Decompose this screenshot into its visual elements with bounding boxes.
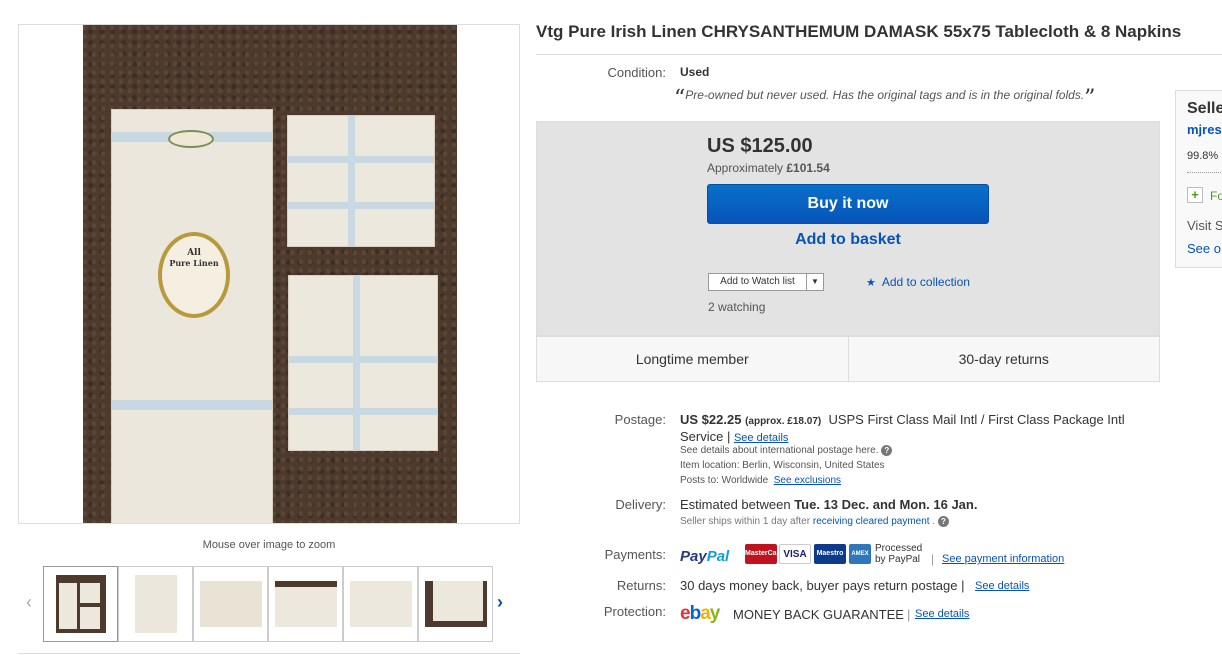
item-price: US $125.00 — [707, 135, 813, 157]
postage-approx: (approx. £18.07) — [745, 416, 822, 427]
returns-text: 30 days money back, buyer pays return po… — [680, 578, 965, 593]
see-other-items-link[interactable]: See o — [1187, 241, 1221, 256]
thumbnail[interactable] — [118, 566, 193, 642]
irish-linen-tag — [168, 130, 214, 148]
approx-price: Approximately £101.54 — [707, 161, 830, 175]
amex-logo: AMEX — [849, 544, 871, 564]
see-exclusions-link[interactable]: See exclusions — [774, 475, 841, 486]
ebay-logo: ebay — [680, 603, 720, 624]
seller-feedback: 99.8% — [1187, 150, 1219, 162]
pure-linen-label: All Pure Linen — [158, 232, 230, 318]
visa-logo: VISA — [779, 544, 811, 564]
posts-to: Posts to: Worldwide See exclusions — [680, 475, 842, 486]
separator: | — [931, 552, 935, 566]
buy-box — [536, 121, 1160, 336]
watch-list-label[interactable]: Add to Watch list — [709, 274, 807, 290]
divider — [18, 653, 520, 654]
listing-title: Vtg Pure Irish Linen CHRYSANTHEMUM DAMAS… — [536, 22, 1182, 41]
seller-panel-title: Seller — [1187, 100, 1222, 117]
seller-name-link[interactable]: mjres — [1187, 122, 1222, 137]
thumbnail[interactable] — [418, 566, 493, 642]
feature-row: Longtime member 30-day returns — [536, 336, 1160, 382]
divider — [1187, 172, 1222, 173]
thumbnail[interactable] — [43, 566, 118, 642]
ships-note: Seller ships within 1 day after receivin… — [680, 516, 949, 527]
protection-see-details-link[interactable]: See details — [915, 608, 969, 620]
help-icon[interactable]: ? — [937, 516, 949, 527]
watching-count: 2 watching — [708, 300, 766, 314]
maestro-logo: Maestro — [814, 544, 846, 564]
thumbnail[interactable] — [268, 566, 343, 642]
open-quote: “ — [674, 86, 686, 111]
delivery-estimate: Estimated between Tue. 13 Dec. and Mon. … — [680, 497, 978, 512]
postage-price: US $22.25 — [680, 412, 742, 427]
divider — [536, 54, 1222, 55]
item-location: Item location: Berlin, Wisconsin, United… — [680, 460, 885, 471]
main-product-image[interactable]: All Pure Linen — [83, 25, 457, 523]
condition-value: Used — [680, 65, 710, 79]
condition-note-text: Pre-owned but never used. Has the origin… — [685, 88, 1085, 102]
thumbnail[interactable] — [343, 566, 418, 642]
returns-see-details-link[interactable]: See details — [975, 580, 1029, 592]
mastercard-logo: MasterCard — [745, 544, 784, 564]
postage-see-details-link[interactable]: See details — [734, 432, 788, 444]
napkins-picture-top — [287, 115, 435, 247]
buy-it-now-button[interactable]: Buy it now — [707, 184, 989, 224]
intl-postage-note: See details about international postage … — [680, 445, 893, 456]
chevron-down-icon[interactable]: ▼ — [807, 274, 823, 290]
chevron-right-icon[interactable]: › — [497, 592, 503, 613]
protection-label: Protection: — [603, 604, 666, 619]
napkins-picture-bottom — [288, 275, 438, 451]
cleared-payment-link[interactable]: receiving cleared payment — [813, 516, 930, 527]
money-back-guarantee: MONEY BACK GUARANTEE — [733, 607, 904, 622]
condition-note: “Pre-owned but never used. Has the origi… — [674, 80, 1095, 111]
help-icon[interactable]: ? — [881, 445, 893, 456]
condition-label: Condition: — [607, 65, 666, 80]
add-to-watch-list-button[interactable]: Add to Watch list ▼ — [708, 273, 824, 291]
feature-longtime-member: Longtime member — [635, 351, 749, 367]
star-icon: ★ — [866, 277, 876, 289]
returns-label: Returns: — [616, 578, 666, 593]
delivery-label: Delivery: — [615, 497, 666, 512]
processed-by-paypal: Processed by PayPal — [875, 543, 923, 565]
tablecloth-picture: All Pure Linen — [111, 109, 273, 523]
follow-seller-link[interactable]: Fo — [1210, 189, 1222, 203]
thumbnail-strip — [43, 566, 493, 642]
postage-details: US $22.25 (approx. £18.07) USPS First Cl… — [680, 412, 1125, 444]
thumbnail[interactable] — [193, 566, 268, 642]
separator: | — [907, 607, 911, 622]
visit-store-link[interactable]: Visit S — [1187, 218, 1222, 233]
main-image-frame[interactable]: All Pure Linen — [18, 24, 520, 524]
feature-30-day-returns: 30-day returns — [847, 337, 1160, 381]
add-to-basket-button[interactable]: Add to basket — [707, 231, 989, 255]
add-to-collection-link[interactable]: ★ Add to collection — [866, 275, 970, 289]
zoom-hint: Mouse over image to zoom — [202, 539, 336, 551]
postage-label: Postage: — [614, 412, 666, 427]
chevron-left-icon[interactable]: ‹ — [26, 592, 32, 613]
see-payment-info-link[interactable]: See payment information — [942, 553, 1064, 565]
payments-label: Payments: — [604, 547, 666, 562]
close-quote: ” — [1084, 86, 1096, 111]
plus-icon[interactable]: + — [1187, 187, 1203, 203]
paypal-logo: PayPal — [680, 548, 730, 565]
